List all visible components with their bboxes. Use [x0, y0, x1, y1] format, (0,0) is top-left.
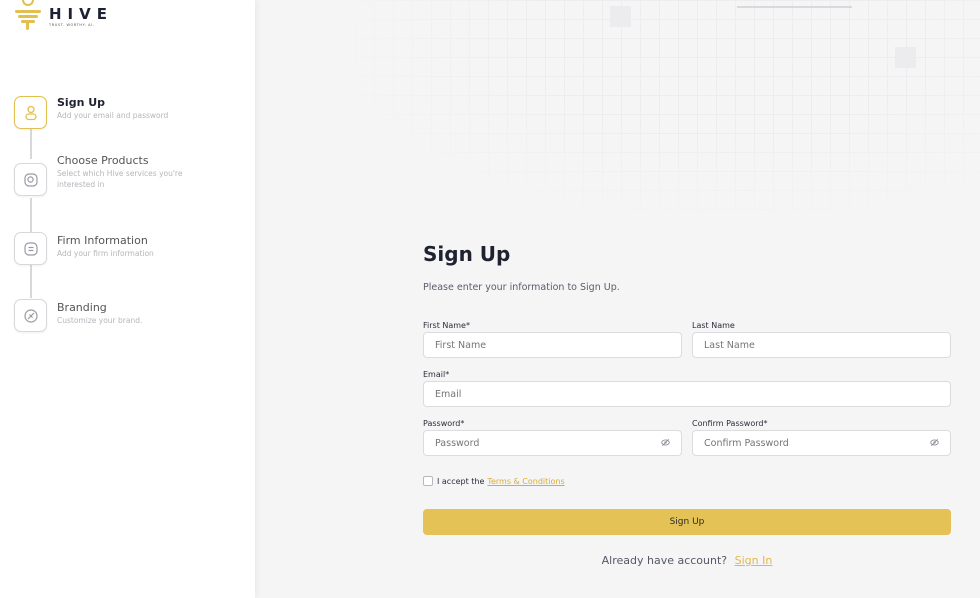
decorative-grid — [355, 0, 980, 215]
sign-in-prompt: Already have account? Sign In — [423, 554, 951, 567]
decorative-bar — [737, 6, 852, 8]
page-title: Sign Up — [423, 242, 511, 266]
step-connector — [30, 129, 32, 159]
eye-off-icon[interactable] — [661, 438, 670, 447]
logo-mark-icon — [13, 0, 43, 32]
page-subtitle: Please enter your information to Sign Up… — [423, 282, 620, 293]
sign-up-button[interactable]: Sign Up — [423, 509, 951, 535]
terms-text: I accept the — [437, 476, 485, 486]
step-sign-up[interactable]: Sign Up Add your email and password — [14, 96, 192, 129]
step-description: Add your firm information — [57, 249, 154, 258]
step-connector — [30, 198, 32, 232]
step-title: Firm Information — [57, 234, 148, 247]
step-title: Sign Up — [57, 96, 106, 109]
email-label: Email* — [423, 370, 450, 379]
step-title: Choose Products — [57, 154, 149, 167]
confirm-password-field — [692, 430, 951, 456]
password-input[interactable] — [423, 430, 682, 456]
step-connector — [30, 265, 32, 298]
hive-logo[interactable]: HIVE TRUST. WORTHY. AI. — [13, 0, 113, 32]
last-name-input[interactable] — [692, 332, 951, 358]
step-description: Select which Hive services you're intere… — [57, 169, 183, 189]
eye-off-icon[interactable] — [930, 438, 939, 447]
first-name-input[interactable] — [423, 332, 682, 358]
decorative-square — [895, 47, 916, 68]
user-icon — [14, 96, 47, 129]
last-name-label: Last Name — [692, 321, 735, 330]
step-description: Customize your brand. — [57, 316, 143, 325]
main-content: Sign Up Please enter your information to… — [255, 0, 980, 598]
step-branding[interactable]: Branding Customize your brand. — [14, 299, 192, 332]
terms-link[interactable]: Terms & Conditions — [487, 477, 564, 486]
step-firm-information[interactable]: Firm Information Add your firm informati… — [14, 232, 192, 265]
brand-name: HIVE — [49, 5, 113, 23]
step-title: Branding — [57, 301, 107, 314]
password-label: Password* — [423, 419, 465, 428]
step-description: Add your email and password — [57, 111, 169, 120]
product-icon — [14, 163, 47, 196]
document-icon — [14, 232, 47, 265]
password-field — [423, 430, 682, 456]
decorative-square — [610, 6, 631, 27]
brand-tagline: TRUST. WORTHY. AI. — [49, 23, 95, 27]
step-choose-products[interactable]: Choose Products Select which Hive servic… — [14, 154, 192, 196]
brush-icon — [14, 299, 47, 332]
terms-row: I accept the Terms & Conditions — [423, 476, 565, 486]
sign-in-link[interactable]: Sign In — [735, 554, 773, 567]
first-name-label: First Name* — [423, 321, 470, 330]
confirm-password-input[interactable] — [692, 430, 951, 456]
confirm-password-label: Confirm Password* — [692, 419, 768, 428]
email-input[interactable] — [423, 381, 951, 407]
sidebar: HIVE TRUST. WORTHY. AI. Sign Up Add your… — [0, 0, 255, 598]
already-text: Already have account? — [601, 554, 728, 567]
terms-checkbox[interactable] — [423, 476, 433, 486]
